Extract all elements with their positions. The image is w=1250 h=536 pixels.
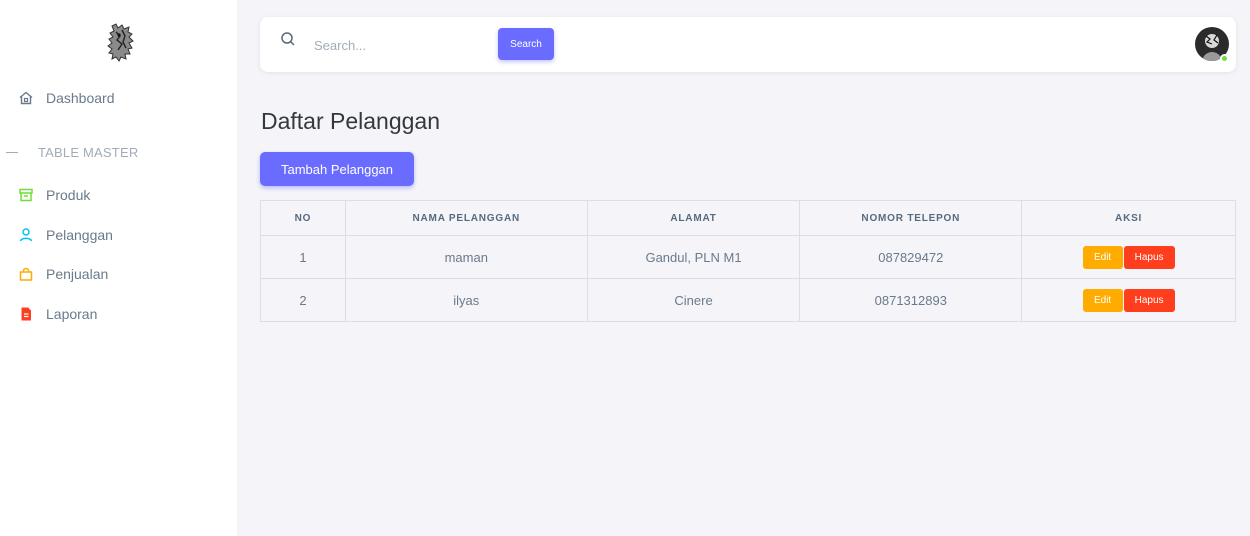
file-icon [18, 306, 34, 322]
add-customer-button[interactable]: Tambah Pelanggan [260, 152, 414, 186]
divider [6, 151, 18, 153]
cell-alamat: Gandul, PLN M1 [586, 235, 801, 279]
edit-button[interactable]: Edit [1082, 245, 1123, 269]
user-icon [18, 227, 34, 243]
customer-table: NO NAMA PELANGGAN ALAMAT NOMOR TELEPON A… [260, 200, 1236, 322]
cell-telepon: 0871312893 [799, 278, 1023, 322]
sidebar-item-penjualan[interactable]: Penjualan [18, 264, 108, 284]
table-header-row: NO NAMA PELANGGAN ALAMAT NOMOR TELEPON A… [260, 200, 1236, 236]
shopping-bag-icon [18, 266, 34, 282]
cell-no: 1 [260, 235, 346, 279]
table-row: 1 maman Gandul, PLN M1 087829472 Edit Hap… [260, 235, 1236, 279]
delete-button[interactable]: Hapus [1123, 288, 1175, 312]
search-button[interactable]: Search [498, 28, 554, 60]
section-label-text: TABLE MASTER [38, 144, 139, 160]
edit-button[interactable]: Edit [1082, 288, 1123, 312]
column-header-alamat[interactable]: ALAMAT [586, 200, 801, 236]
cell-nama: maman [344, 235, 588, 279]
cell-aksi: Edit Hapus [1021, 278, 1236, 322]
column-header-nama[interactable]: NAMA PELANGGAN [344, 200, 588, 236]
archive-icon [18, 187, 34, 203]
online-status-dot [1220, 54, 1229, 63]
sidebar-item-label: Dashboard [46, 90, 115, 106]
home-icon [18, 90, 34, 106]
sidebar-item-produk[interactable]: Produk [18, 185, 90, 205]
page-title: Daftar Pelanggan [261, 108, 441, 134]
mascot-logo[interactable] [104, 22, 138, 62]
search-icon [280, 31, 296, 52]
cell-no: 2 [260, 278, 346, 322]
sidebar: Dashboard TABLE MASTER Produk Pelanggan … [0, 0, 237, 536]
cell-alamat: Cinere [586, 278, 801, 322]
sidebar-item-label: Penjualan [46, 266, 109, 282]
column-header-no[interactable]: NO [260, 200, 346, 236]
sidebar-item-pelanggan[interactable]: Pelanggan [18, 225, 113, 245]
cell-aksi: Edit Hapus [1021, 235, 1236, 279]
search-input[interactable] [314, 34, 484, 56]
sidebar-item-label: Produk [46, 187, 91, 203]
column-header-telepon[interactable]: NOMOR TELEPON [799, 200, 1023, 236]
sidebar-item-laporan[interactable]: Laporan [18, 304, 97, 324]
section-header-table-master: TABLE MASTER [0, 142, 138, 162]
cell-nama: ilyas [344, 278, 588, 322]
sidebar-item-label: Laporan [46, 306, 98, 322]
cell-telepon: 087829472 [799, 235, 1023, 279]
column-header-aksi: AKSI [1021, 200, 1236, 236]
table-row: 2 ilyas Cinere 0871312893 Edit Hapus [260, 278, 1236, 322]
top-navbar: Search [260, 17, 1236, 72]
main-content: Search Daftar Pelanggan Tambah Pelanggan… [237, 0, 1250, 536]
delete-button[interactable]: Hapus [1123, 245, 1175, 269]
sidebar-item-dashboard[interactable]: Dashboard [18, 88, 115, 108]
sidebar-item-label: Pelanggan [46, 227, 113, 243]
